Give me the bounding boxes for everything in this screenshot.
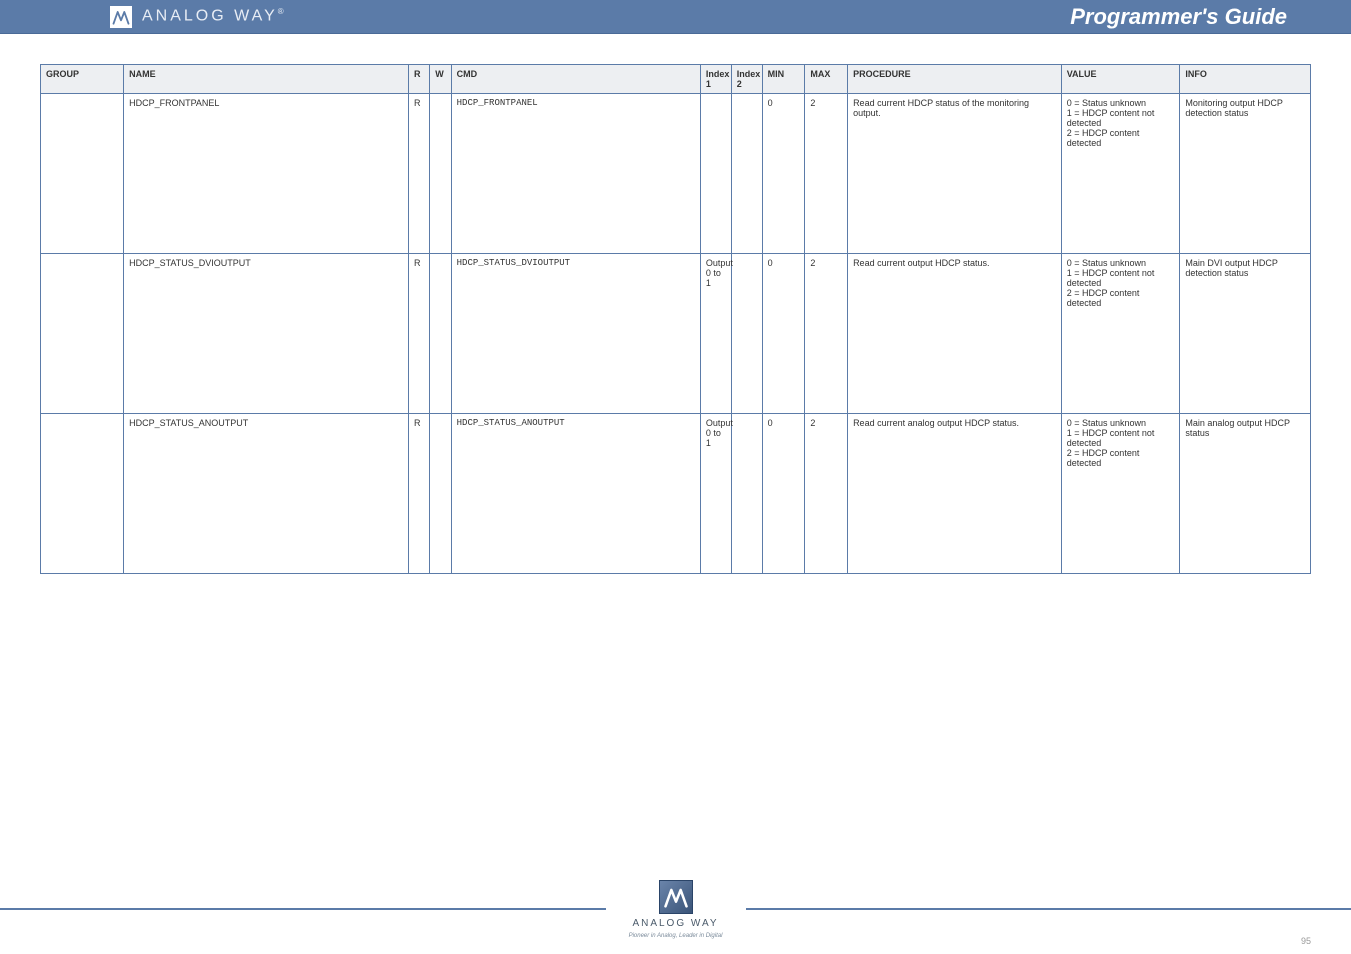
table-cell: R: [408, 414, 429, 574]
command-table: GROUP NAME R W CMD Index 1 Index 2 MIN M…: [40, 64, 1311, 574]
col-r: R: [408, 65, 429, 94]
table-row: HDCP_STATUS_DVIOUTPUTRHDCP_STATUS_DVIOUT…: [41, 254, 1311, 414]
table-cell: R: [408, 94, 429, 254]
table-cell: Main DVI output HDCP detection status: [1180, 254, 1311, 414]
col-min: MIN: [762, 65, 805, 94]
table-cell: 0 = Status unknown 1 = HDCP content not …: [1061, 414, 1180, 574]
footer-line-left: [0, 908, 606, 910]
brand-logo-icon: [110, 6, 132, 28]
table-cell: Read current HDCP status of the monitori…: [848, 94, 1062, 254]
col-max: MAX: [805, 65, 848, 94]
table-cell: HDCP_STATUS_ANOUTPUT: [124, 414, 409, 574]
table-cell: 2: [805, 94, 848, 254]
table-cell: HDCP_FRONTPANEL: [451, 94, 700, 254]
table-cell: Read current analog output HDCP status.: [848, 414, 1062, 574]
brand-logo-block: ANALOG WAY®: [110, 6, 287, 28]
table-cell: [731, 94, 762, 254]
table-cell: 0: [762, 254, 805, 414]
table-cell: [430, 254, 451, 414]
brand-name: ANALOG WAY®: [142, 7, 287, 25]
table-cell: 0: [762, 414, 805, 574]
table-cell: 0 = Status unknown 1 = HDCP content not …: [1061, 94, 1180, 254]
table-cell: 0: [762, 94, 805, 254]
table-cell: 0 = Status unknown 1 = HDCP content not …: [1061, 254, 1180, 414]
table-cell: 2: [805, 254, 848, 414]
footer-tagline: Pioneer in Analog, Leader in Digital: [629, 933, 723, 939]
page-title: Programmer's Guide: [1070, 4, 1287, 30]
table-cell: Main analog output HDCP status: [1180, 414, 1311, 574]
col-group: GROUP: [41, 65, 124, 94]
table-cell: HDCP_STATUS_DVIOUTPUT: [124, 254, 409, 414]
col-proc: PROCEDURE: [848, 65, 1062, 94]
footer-line-right: [746, 908, 1351, 910]
table-cell: Output 0 to 1: [700, 254, 731, 414]
table-row: HDCP_FRONTPANELRHDCP_FRONTPANEL 02Read cu…: [41, 94, 1311, 254]
table-cell: [700, 94, 731, 254]
table-row: HDCP_STATUS_ANOUTPUTRHDCP_STATUS_ANOUTPU…: [41, 414, 1311, 574]
col-idx2: Index 2: [731, 65, 762, 94]
page-body: GROUP NAME R W CMD Index 1 Index 2 MIN M…: [0, 34, 1351, 574]
col-value: VALUE: [1061, 65, 1180, 94]
footer-brand: ANALOG WAY: [632, 918, 718, 929]
table-cell: HDCP_STATUS_ANOUTPUT: [451, 414, 700, 574]
table-cell: [41, 94, 124, 254]
footer-logo-icon: [659, 880, 693, 914]
table-cell: [430, 94, 451, 254]
header-bar: ANALOG WAY® Programmer's Guide: [0, 0, 1351, 34]
table-cell: 2: [805, 414, 848, 574]
table-cell: [731, 254, 762, 414]
table-cell: [41, 414, 124, 574]
footer-logo: ANALOG WAY Pioneer in Analog, Leader in …: [606, 880, 746, 939]
table-cell: HDCP_STATUS_DVIOUTPUT: [451, 254, 700, 414]
table-cell: [430, 414, 451, 574]
col-name: NAME: [124, 65, 409, 94]
col-cmd: CMD: [451, 65, 700, 94]
col-w: W: [430, 65, 451, 94]
table-cell: [731, 414, 762, 574]
table-cell: Read current output HDCP status.: [848, 254, 1062, 414]
table-cell: [41, 254, 124, 414]
col-info: INFO: [1180, 65, 1311, 94]
table-cell: Output 0 to 1: [700, 414, 731, 574]
table-cell: Monitoring output HDCP detection status: [1180, 94, 1311, 254]
col-idx1: Index 1: [700, 65, 731, 94]
page-number: 95: [1301, 936, 1311, 946]
footer: ANALOG WAY Pioneer in Analog, Leader in …: [0, 864, 1351, 954]
table-cell: HDCP_FRONTPANEL: [124, 94, 409, 254]
table-cell: R: [408, 254, 429, 414]
table-header-row: GROUP NAME R W CMD Index 1 Index 2 MIN M…: [41, 65, 1311, 94]
